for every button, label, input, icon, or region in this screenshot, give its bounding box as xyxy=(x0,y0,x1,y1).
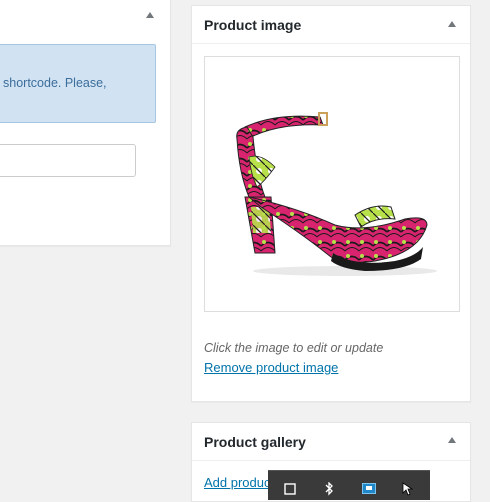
product-image-title: Product image xyxy=(204,17,302,33)
shortcode-input[interactable] xyxy=(0,144,136,177)
network-icon[interactable] xyxy=(362,482,376,500)
left-postbox: shortcode. Please, xyxy=(0,0,171,246)
remove-product-image-link[interactable]: Remove product image xyxy=(204,360,338,375)
toggle-panel-icon[interactable] xyxy=(146,12,154,18)
product-image-header: Product image xyxy=(192,6,470,44)
product-gallery-header: Product gallery xyxy=(192,423,470,461)
product-image-postbox: Product image Click the image to edit or… xyxy=(191,5,471,402)
window-icon[interactable] xyxy=(284,482,296,500)
toggle-panel-icon[interactable] xyxy=(448,21,456,27)
image-edit-hint: Click the image to edit or update xyxy=(204,340,384,355)
shoe-image xyxy=(236,112,437,276)
toggle-panel-icon[interactable] xyxy=(448,437,456,443)
info-notice: shortcode. Please, xyxy=(0,44,156,123)
system-tray xyxy=(268,470,430,500)
cursor-icon[interactable] xyxy=(402,482,414,501)
product-image-thumbnail[interactable] xyxy=(204,56,460,312)
product-gallery-title: Product gallery xyxy=(204,434,306,450)
notice-text: shortcode. Please, xyxy=(3,76,107,90)
bluetooth-icon[interactable] xyxy=(324,481,334,501)
